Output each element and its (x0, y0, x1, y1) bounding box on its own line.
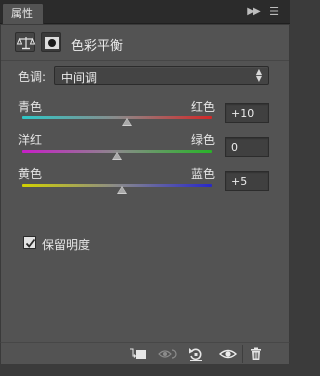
preserve-luminosity-checkbox[interactable] (23, 236, 36, 249)
slider-green-label: 绿色 (191, 133, 216, 147)
properties-panel: 色彩平衡 色调: 中间调 ▲ ▼ 青色 红色 +10 洋红 绿色 0 黄色 蓝色 … (0, 25, 290, 342)
slider-blue-label: 蓝色 (191, 167, 216, 181)
layer-mask-icon[interactable] (41, 32, 61, 52)
tone-select[interactable]: 中间调 ▲ ▼ (54, 66, 269, 85)
cyan-red-slider-thumb[interactable] (121, 118, 132, 126)
magenta-green-value-input[interactable]: 0 (225, 137, 269, 157)
view-previous-state-icon[interactable] (157, 345, 179, 363)
clip-to-layer-icon[interactable] (128, 345, 148, 363)
panel-header: 色彩平衡 (1, 25, 289, 61)
yellow-blue-value-input[interactable]: +5 (225, 171, 269, 191)
preserve-luminosity-label: 保留明度 (42, 238, 91, 252)
visibility-eye-icon[interactable] (217, 345, 239, 363)
magenta-green-slider-thumb[interactable] (112, 152, 122, 160)
yellow-blue-slider-thumb[interactable] (116, 186, 127, 194)
checkmark-icon (25, 238, 36, 248)
panel-titlebar: 属性 ▶▶ ☰ (0, 0, 290, 24)
slider-cyan-label: 青色 (18, 100, 43, 114)
slider-magenta-label: 洋红 (18, 133, 43, 147)
toolbar-divider (242, 345, 243, 363)
tab-properties[interactable]: 属性 (2, 3, 44, 24)
adjustment-title: 色彩平衡 (71, 39, 124, 54)
tone-select-value: 中间调 (61, 71, 98, 85)
slider-yellow-label: 黄色 (18, 167, 43, 181)
cyan-red-value-input[interactable]: +10 (225, 103, 269, 123)
trash-icon[interactable] (247, 345, 265, 363)
balance-scale-icon (15, 32, 36, 52)
menu-icon[interactable]: ☰ (266, 5, 282, 19)
slider-red-label: 红色 (191, 100, 216, 114)
tone-label: 色调: (18, 70, 47, 84)
panel-bottom-toolbar (0, 342, 290, 364)
cyan-red-slider-track[interactable] (22, 116, 212, 119)
select-arrows-icon: ▲ ▼ (255, 67, 262, 83)
panel-footer-edge (0, 364, 290, 376)
double-chevron-right-icon[interactable]: ▶▶ (245, 5, 261, 19)
reset-icon[interactable] (186, 345, 206, 363)
